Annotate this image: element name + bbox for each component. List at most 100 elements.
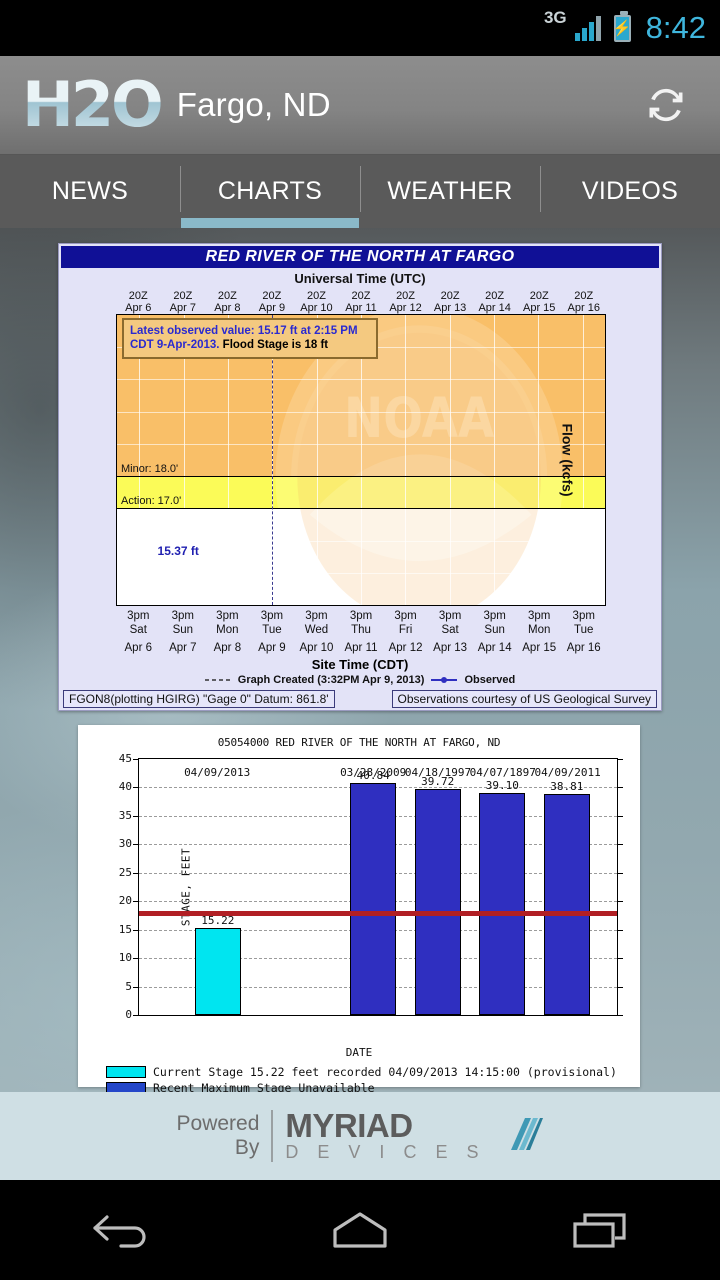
hydrograph-top-tick: 20Z Apr 9 [258, 290, 286, 314]
app-logo: H2O [22, 68, 164, 141]
bar-chart-ytick: 20 [118, 894, 132, 908]
legend-label-current: Current Stage 15.22 feet recorded 04/09/… [153, 1065, 617, 1079]
myriad-logo-icon [511, 1118, 544, 1150]
tick-mark [605, 573, 606, 574]
hydrograph-bottom-tick: 3pm Wed Apr 10 [299, 610, 334, 654]
tick-mark [617, 901, 623, 903]
legend-item-max: Recent Maximum Stage Unavailable [106, 1080, 640, 1092]
hydrograph-top-tick: 20Z Apr 16 [567, 290, 600, 314]
tick-mark [133, 929, 139, 931]
bar-chart-legend: Current Stage 15.22 feet recorded 04/09/… [106, 1064, 640, 1092]
refresh-icon [649, 88, 683, 122]
refresh-button[interactable] [638, 77, 694, 133]
android-nav-bar [0, 1180, 720, 1280]
bar-chart-plot-area: STAGE, FEET 15.22 40.84 39.72 39.10 38.81 05… [119, 752, 623, 1021]
status-clock: 8:42 [645, 10, 706, 45]
bar-category-label: 04/09/2013 [184, 766, 251, 779]
tick-mark [116, 379, 117, 380]
hydrograph-ylabel-right: Flow (kcfs) [559, 423, 576, 497]
hydrograph-top-tick: 20Z Apr 13 [433, 290, 467, 314]
observed-peak-label: 15.37 ft [157, 543, 199, 558]
hydrograph-bottom-tick: 3pm Mon Apr 8 [213, 610, 242, 654]
back-button[interactable] [65, 1200, 175, 1260]
tab-charts[interactable]: CHARTS [180, 155, 360, 228]
latest-observed-annotation: Latest observed value: 15.17 ft at 2:15 … [122, 318, 378, 359]
annotation-line-2-flood: Flood Stage is 18 ft [222, 339, 329, 351]
hydrograph-top-tick: 20Z Apr 11 [345, 290, 377, 314]
tick-mark [133, 844, 139, 846]
tick-mark [133, 872, 139, 874]
status-bar: 3G ⚡ 8:42 [0, 0, 720, 56]
hydrograph-bottom-tick: 3pm Mon Apr 15 [522, 610, 557, 654]
tick-mark [605, 315, 606, 316]
tab-videos[interactable]: VIDEOS [540, 155, 720, 228]
bar [350, 782, 397, 1015]
observed-line-icon [431, 677, 458, 683]
bar-category-label: 04/09/2011 [534, 766, 601, 779]
hydrograph-chart[interactable]: RED RIVER OF THE NORTH AT FARGO Universa… [58, 243, 662, 711]
charts-content[interactable]: RED RIVER OF THE NORTH AT FARGO Universa… [0, 228, 720, 1092]
recents-button[interactable] [545, 1200, 655, 1260]
tab-weather[interactable]: WEATHER [360, 155, 540, 228]
tick-mark [116, 444, 117, 445]
bar-value-label: 15.22 [201, 914, 235, 928]
hydrograph-top-tick: 20Z Apr 6 [125, 290, 152, 314]
tick-mark [133, 986, 139, 988]
bar-chart-ytick: 45 [118, 752, 132, 765]
dashed-line-icon [204, 679, 231, 681]
hydrograph-footer: FGON8(plotting HGIRG) "Gage 0" Datum: 86… [63, 690, 657, 708]
legend-swatch-max [106, 1082, 146, 1092]
legend-observed-label: Observed [464, 674, 516, 686]
home-button[interactable] [305, 1200, 415, 1260]
recents-icon [573, 1213, 626, 1248]
hydrograph-top-tick: 20Z Apr 12 [389, 290, 422, 314]
battery-charging-icon: ⚡ [613, 10, 632, 42]
hydrograph-bottom-tick: 3pm Sun Apr 14 [477, 610, 512, 654]
devices-label: D E V I C E S [285, 1142, 486, 1162]
network-type-label: 3G [543, 8, 567, 27]
tick-mark [116, 605, 117, 606]
tick-mark [133, 787, 139, 789]
hydrograph-bottom-ticks: 3pm Sat Apr 6 3pm Sun Apr 7 3pm Mon Apr 8 3pm Tue A… [59, 609, 661, 655]
tick-mark [133, 901, 139, 903]
home-icon [333, 1212, 387, 1248]
bar-chart-ytick: 15 [118, 922, 132, 936]
legend-item-current: Current Stage 15.22 feet recorded 04/09/… [106, 1064, 640, 1080]
signal-bars-icon [574, 15, 601, 41]
legend-label-max: Recent Maximum Stage Unavailable [153, 1081, 375, 1092]
legend-swatch-current [106, 1066, 146, 1078]
tick-mark [133, 958, 139, 960]
powered-label: Powered [176, 1112, 260, 1135]
stage-comparison-chart[interactable]: 05054000 RED RIVER OF THE NORTH AT FARGO… [78, 725, 640, 1092]
tick-mark [605, 476, 606, 477]
app-header: H2O Fargo, ND [0, 56, 720, 155]
tick-mark [116, 573, 117, 574]
hydrograph-top-tick: 20Z Apr 10 [300, 290, 333, 314]
powered-by-footer: Powered By MYRIAD D E V I C E S [0, 1092, 720, 1180]
hydrograph-bottom-tick: 3pm Sat Apr 13 [433, 610, 468, 654]
bar-value-label: 38.81 [550, 780, 584, 794]
tab-news[interactable]: NEWS [0, 155, 180, 228]
hydrograph-legend: Graph Created (3:32PM Apr 9, 2013) Obser… [59, 674, 661, 686]
tick-mark [617, 986, 623, 988]
bar-chart-plot: 15.22 40.84 39.72 39.10 38.81 0 5 10 15 20 25 30 35… [119, 752, 623, 1021]
myriad-brand: MYRIAD D E V I C E S [285, 1109, 486, 1162]
tick-mark [116, 412, 117, 413]
tick-mark [116, 315, 117, 316]
flood-stage-line [139, 910, 617, 916]
hydrograph-plot: NOAA Minor: 18.0' Action: 17.0' 15.37 ft… [116, 314, 606, 606]
hydrograph-bottom-tick: 3pm Fri Apr 12 [388, 610, 423, 654]
hydrograph-title: RED RIVER OF THE NORTH AT FARGO [61, 246, 659, 268]
tick-mark [617, 1015, 623, 1016]
tick-mark [617, 759, 623, 760]
tick-mark [133, 759, 139, 760]
annotation-line-1: Latest observed value: 15.17 ft at 2:15 … [130, 325, 358, 337]
footer-divider [271, 1110, 274, 1162]
bar-chart-ytick: 30 [118, 837, 132, 851]
back-icon [93, 1215, 146, 1248]
hydrograph-plot-area: Stage (ft) NOAA Minor: 18.0' Action: 17.… [116, 314, 606, 606]
tick-mark [133, 815, 139, 817]
tick-mark [617, 872, 623, 874]
tick-mark [617, 929, 623, 931]
bar-chart-title: 05054000 RED RIVER OF THE NORTH AT FARGO… [217, 736, 501, 749]
